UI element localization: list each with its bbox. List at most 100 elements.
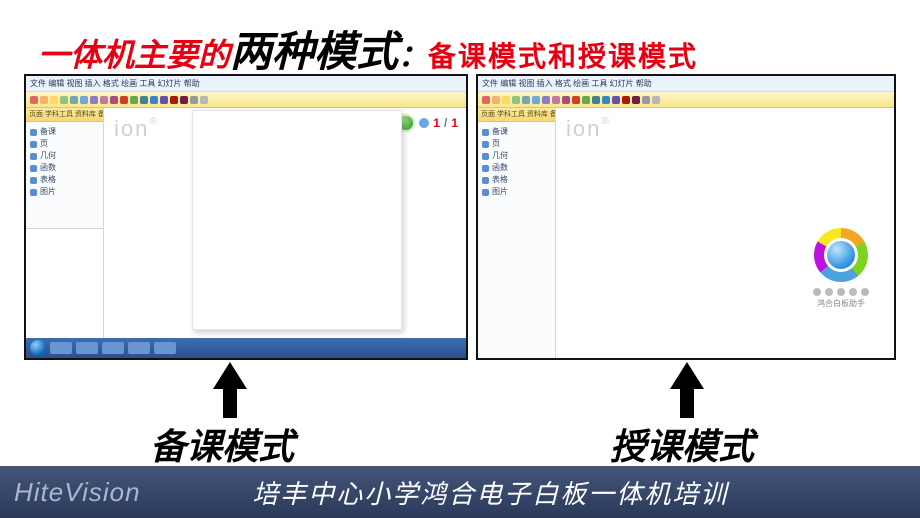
title-colon: ： (398, 40, 428, 73)
app-body: 页面 学科工具 资料库 备注 备课页几何函数表格图片 ion® 1 / 1 (26, 108, 466, 338)
tree-item: 页 (482, 138, 551, 150)
toolbar-icon (592, 96, 600, 104)
watermark-text: ion® (114, 116, 159, 142)
folder-icon (30, 141, 37, 148)
toolbar-icon (60, 96, 68, 104)
tree-item-label: 页 (492, 138, 500, 150)
toolbar-icon (50, 96, 58, 104)
toolbar-icon (40, 96, 48, 104)
side-panel: 页面 学科工具 资料库 备注 备课页几何函数表格图片 (478, 108, 556, 358)
folder-icon (30, 153, 37, 160)
side-tabs: 页面 学科工具 资料库 备注 (26, 108, 103, 122)
watermark-reg: ® (149, 116, 158, 127)
toolbar-icon (130, 96, 138, 104)
toolbar-icon (150, 96, 158, 104)
tree-item: 表格 (482, 174, 551, 186)
tree-item-label: 备课 (492, 126, 508, 138)
screenshot-teach-mode: 文件 编辑 视图 插入 格式 绘画 工具 幻灯片 帮助 页面 学科工具 资料库 … (476, 74, 896, 360)
folder-icon (482, 153, 489, 160)
tree-item: 图片 (482, 186, 551, 198)
toolbar-icon (562, 96, 570, 104)
toolbar-icon (70, 96, 78, 104)
toolbar-icon (80, 96, 88, 104)
tree-item: 函数 (482, 162, 551, 174)
side-panel: 页面 学科工具 资料库 备注 备课页几何函数表格图片 (26, 108, 104, 338)
toolbar-icon (30, 96, 38, 104)
footer-subtitle: 培丰中心小学鸿合电子白板一体机培训 (141, 474, 840, 511)
slide-title: 一体机主要的两种模式：备课模式和授课模式 (38, 18, 698, 79)
folder-icon (482, 189, 489, 196)
tree-item-label: 备课 (40, 126, 56, 138)
toolbar-icon (612, 96, 620, 104)
side-tabs: 页面 学科工具 资料库 备注 (478, 108, 555, 122)
color-ring-icon (814, 228, 868, 282)
page-indicator: 1 / 1 (397, 114, 458, 132)
folder-icon (30, 129, 37, 136)
widget-dots (806, 288, 876, 296)
toolbar-icon (492, 96, 500, 104)
folder-icon (482, 177, 489, 184)
tree-item-label: 函数 (492, 162, 508, 174)
page-current: 1 (433, 116, 440, 130)
toolbar-icon (170, 96, 178, 104)
side-panel-lower (26, 228, 103, 338)
title-part3: 备课模式和授课模式 (428, 41, 698, 72)
toolbar-icon (110, 96, 118, 104)
toolbar-icon (512, 96, 520, 104)
slide-footer: HiteVision 培丰中心小学鸿合电子白板一体机培训 (0, 466, 920, 518)
task-button (76, 342, 98, 354)
task-button (50, 342, 72, 354)
toolbar-icon (180, 96, 188, 104)
toolbar-icon (552, 96, 560, 104)
watermark-reg: ® (601, 116, 610, 127)
toolbar-icon (140, 96, 148, 104)
canvas-area: ion® 1 / 1 (104, 108, 466, 338)
side-tree: 备课页几何函数表格图片 (26, 122, 103, 202)
toolbar-icon (632, 96, 640, 104)
tree-item: 几何 (30, 150, 99, 162)
dot-icon (825, 288, 833, 296)
tree-item-label: 页 (40, 138, 48, 150)
page-total: 1 (451, 116, 458, 130)
toolbar-icon (622, 96, 630, 104)
tree-item-label: 几何 (492, 150, 508, 162)
tree-item-label: 函数 (40, 162, 56, 174)
title-part2: 两种模式 (230, 28, 398, 75)
toolbar-icon (572, 96, 580, 104)
app-menubar: 文件 编辑 视图 插入 格式 绘画 工具 幻灯片 帮助 (478, 76, 894, 92)
caption-teach-mode: 授课模式 (610, 418, 754, 470)
dot-icon (813, 288, 821, 296)
tree-item-label: 图片 (492, 186, 508, 198)
folder-icon (482, 165, 489, 172)
tree-item-label: 几何 (40, 150, 56, 162)
dot-icon (861, 288, 869, 296)
tree-item: 备课 (30, 126, 99, 138)
toolbar-icon (200, 96, 208, 104)
globe-core-icon (824, 238, 858, 272)
toolbar-icon (502, 96, 510, 104)
side-tree: 备课页几何函数表格图片 (478, 122, 555, 202)
task-button (102, 342, 124, 354)
watermark-text: ion® (566, 116, 611, 142)
app-menubar: 文件 编辑 视图 插入 格式 绘画 工具 幻灯片 帮助 (26, 76, 466, 92)
folder-icon (30, 189, 37, 196)
toolbar-icon (160, 96, 168, 104)
start-orb-icon (30, 340, 46, 356)
toolbar-icon (602, 96, 610, 104)
canvas-area: ion® 鸿合白板助手 (556, 108, 894, 358)
toolbar-icon (120, 96, 128, 104)
tree-item: 函数 (30, 162, 99, 174)
toolbar-icon (90, 96, 98, 104)
tree-item: 几何 (482, 150, 551, 162)
tree-item: 页 (30, 138, 99, 150)
tree-item: 表格 (30, 174, 99, 186)
up-arrow-icon (213, 362, 247, 389)
up-arrow-icon (670, 362, 704, 389)
floating-tool-widget: 鸿合白板助手 (806, 228, 876, 318)
toolbar-icon (532, 96, 540, 104)
folder-icon (30, 177, 37, 184)
folder-icon (482, 141, 489, 148)
watermark-main: ion (566, 116, 601, 141)
dot-icon (849, 288, 857, 296)
toolbar-icon (100, 96, 108, 104)
